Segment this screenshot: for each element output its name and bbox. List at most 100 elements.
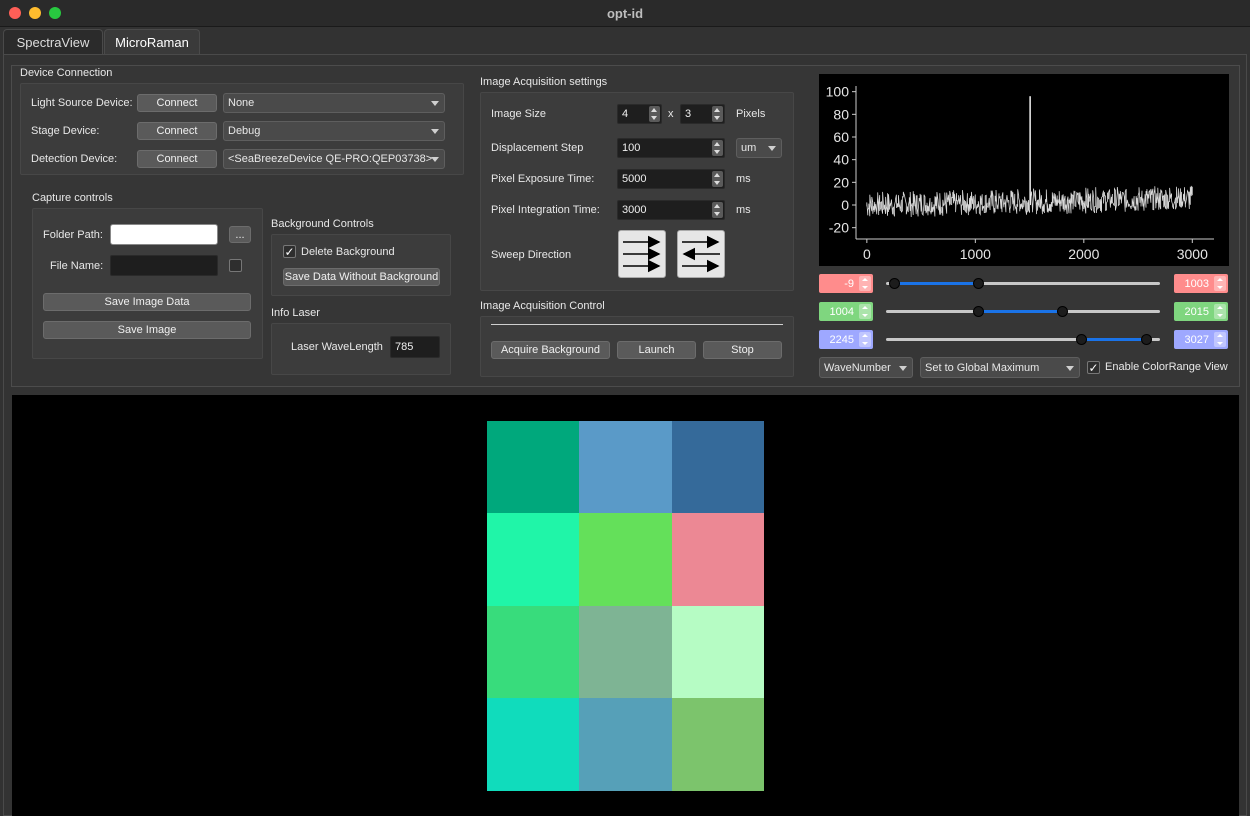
range-max-value: 1003 xyxy=(1184,277,1209,290)
y-tick-label: 40 xyxy=(833,152,849,168)
pixel-cell[interactable] xyxy=(579,421,673,514)
folder-path-label: Folder Path: xyxy=(43,229,103,241)
file-name-label: File Name: xyxy=(50,260,104,272)
light-source-combo-value: None xyxy=(228,97,255,109)
spin-arrows-icon[interactable] xyxy=(859,276,871,291)
range-slider-low-handle[interactable] xyxy=(972,306,984,317)
file-name-checkbox[interactable] xyxy=(229,259,242,272)
exposure-time-spinbox[interactable]: 5000 xyxy=(617,169,725,189)
range-max-spinbox[interactable]: 3027 xyxy=(1174,330,1228,349)
range-slider-high-handle[interactable] xyxy=(972,278,984,289)
y-tick-label: 0 xyxy=(841,197,849,213)
pixel-cell[interactable] xyxy=(487,697,580,791)
spin-arrows-icon[interactable] xyxy=(859,332,871,347)
detection-label: Detection Device: xyxy=(31,153,118,165)
enable-colorrange-label: Enable ColorRange View xyxy=(1105,361,1228,373)
pixel-cell[interactable] xyxy=(579,697,673,791)
integration-time-spinbox[interactable]: 3000 xyxy=(617,200,725,220)
sweep-serpentine-button[interactable] xyxy=(677,230,725,278)
pixel-cell[interactable] xyxy=(487,513,580,607)
pixel-cell[interactable] xyxy=(671,513,765,607)
save-image-button[interactable]: Save Image xyxy=(43,321,251,339)
save-image-data-button[interactable]: Save Image Data xyxy=(43,293,251,311)
capture-controls-title: Capture controls xyxy=(32,192,113,204)
image-height-spinbox[interactable]: 3 xyxy=(680,104,725,124)
spin-arrows-icon[interactable] xyxy=(1214,304,1226,319)
range-max-spinbox[interactable]: 2015 xyxy=(1174,302,1228,321)
light-source-label: Light Source Device: xyxy=(31,97,133,109)
spin-arrows-icon[interactable] xyxy=(712,202,723,218)
spin-arrows-icon[interactable] xyxy=(649,106,660,122)
spin-arrows-icon[interactable] xyxy=(712,171,723,187)
delete-background-checkbox[interactable]: ✓ xyxy=(283,245,296,258)
chevron-down-icon xyxy=(431,101,439,106)
stop-button[interactable]: Stop xyxy=(703,341,782,359)
unit-combo[interactable]: WaveNumber xyxy=(819,357,913,378)
range-min-spinbox[interactable]: 1004 xyxy=(819,302,873,321)
light-source-connect-button[interactable]: Connect xyxy=(137,94,217,112)
range-slider-low-handle[interactable] xyxy=(888,278,900,289)
x-tick-label: 0 xyxy=(863,246,871,262)
range-mode-combo[interactable]: Set to Global Maximum xyxy=(920,357,1080,378)
image-view[interactable] xyxy=(12,395,1239,816)
displacement-step-spinbox[interactable]: 100 xyxy=(617,138,725,158)
browse-folder-button[interactable]: ... xyxy=(229,226,251,243)
sweep-serpentine-icon xyxy=(682,235,720,273)
pixel-cell[interactable] xyxy=(487,421,580,514)
x-tick-label: 1000 xyxy=(960,246,991,262)
range-slider-low-handle[interactable] xyxy=(1075,334,1087,345)
range-slider-high-handle[interactable] xyxy=(1140,334,1152,345)
stage-label: Stage Device: xyxy=(31,125,100,137)
spin-arrows-icon[interactable] xyxy=(712,106,723,122)
pixel-cell[interactable] xyxy=(671,605,765,699)
tab-microraman[interactable]: MicroRaman xyxy=(104,29,200,54)
spin-arrows-icon[interactable] xyxy=(1214,332,1226,347)
chevron-down-icon xyxy=(431,157,439,162)
pixel-cell[interactable] xyxy=(579,605,673,699)
device-connection-title: Device Connection xyxy=(20,67,113,79)
tab-spectraview[interactable]: SpectraView xyxy=(3,29,103,54)
displacement-step-label: Displacement Step xyxy=(491,142,584,154)
stage-combo[interactable]: Debug xyxy=(223,121,445,141)
y-tick-label: 100 xyxy=(826,84,850,100)
range-slider-fill xyxy=(893,282,978,285)
displacement-step-value: 100 xyxy=(622,142,641,154)
range-slider-fill xyxy=(1080,338,1146,341)
detection-connect-button[interactable]: Connect xyxy=(137,150,217,168)
step-unit-combo[interactable]: um xyxy=(736,138,782,158)
light-source-combo[interactable]: None xyxy=(223,93,445,113)
integration-time-value: 3000 xyxy=(622,204,647,216)
spectrum-plot[interactable]: 100 80 60 40 20 0 -20 0 1000 2000 3000 xyxy=(819,74,1229,266)
exposure-time-value: 5000 xyxy=(622,173,647,185)
chevron-down-icon xyxy=(1066,365,1074,371)
sweep-raster-button[interactable] xyxy=(618,230,666,278)
file-name-input[interactable] xyxy=(110,255,218,276)
image-width-spinbox[interactable]: 4 xyxy=(617,104,662,124)
pixel-cell[interactable] xyxy=(487,605,580,699)
acquire-background-button[interactable]: Acquire Background xyxy=(491,341,610,359)
chevron-down-icon xyxy=(899,365,907,371)
info-laser-title: Info Laser xyxy=(271,307,320,319)
spin-arrows-icon[interactable] xyxy=(1214,276,1226,291)
image-size-label: Image Size xyxy=(491,108,547,120)
spin-arrows-icon[interactable] xyxy=(712,140,723,156)
unit-combo-value: WaveNumber xyxy=(824,361,891,374)
pixel-cell[interactable] xyxy=(579,513,673,607)
laser-wavelength-input[interactable]: 785 xyxy=(390,336,440,358)
save-data-without-background-button[interactable]: Save Data Without Background xyxy=(283,268,440,286)
range-slider-high-handle[interactable] xyxy=(1056,306,1068,317)
launch-button[interactable]: Launch xyxy=(617,341,696,359)
range-min-spinbox[interactable]: -9 xyxy=(819,274,873,293)
detection-combo[interactable]: <SeaBreezeDevice QE-PRO:QEP03738> xyxy=(223,149,445,169)
pixel-cell[interactable] xyxy=(671,697,765,791)
stage-connect-button[interactable]: Connect xyxy=(137,122,217,140)
pixel-cell[interactable] xyxy=(671,421,765,514)
folder-path-input[interactable] xyxy=(110,224,218,245)
range-max-spinbox[interactable]: 1003 xyxy=(1174,274,1228,293)
acquisition-control-title: Image Acquisition Control xyxy=(480,300,605,312)
exposure-unit-label: ms xyxy=(736,173,751,185)
spin-arrows-icon[interactable] xyxy=(859,304,871,319)
range-min-spinbox[interactable]: 2245 xyxy=(819,330,873,349)
exposure-time-label: Pixel Exposure Time: xyxy=(491,173,595,185)
enable-colorrange-checkbox[interactable]: ✓ xyxy=(1087,361,1100,374)
